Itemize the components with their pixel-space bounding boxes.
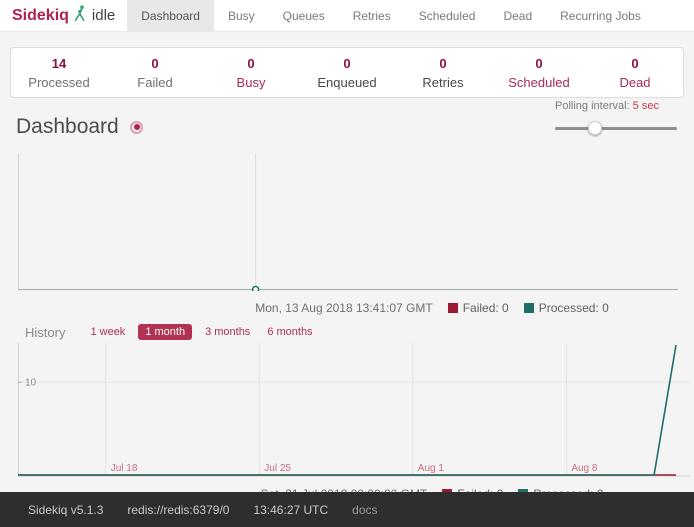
legend-processed: Processed: 0 bbox=[524, 301, 609, 315]
slider-track bbox=[555, 127, 677, 130]
sidekiq-figure-icon bbox=[74, 5, 87, 27]
stat-busy-label[interactable]: Busy bbox=[203, 75, 299, 90]
polling-control: Polling interval: 5 sec bbox=[555, 100, 677, 135]
top-navbar: Sidekiq idle Dashboard Busy Queues Retri… bbox=[0, 0, 694, 32]
realtime-timestamp: Mon, 13 Aug 2018 13:41:07 GMT bbox=[255, 301, 432, 315]
stat-scheduled-value: 0 bbox=[491, 56, 587, 71]
realtime-legend: Mon, 13 Aug 2018 13:41:07 GMT Failed: 0 … bbox=[0, 300, 694, 315]
slider-thumb[interactable] bbox=[588, 121, 602, 135]
history-header: History 1 week 1 month 3 months 6 months bbox=[25, 324, 678, 340]
stat-dead-value: 0 bbox=[587, 56, 683, 71]
tab-dead[interactable]: Dead bbox=[489, 0, 546, 31]
stat-failed-label: Failed bbox=[107, 75, 203, 90]
footer-redis-url: redis://redis:6379/0 bbox=[127, 503, 229, 517]
tab-scheduled[interactable]: Scheduled bbox=[405, 0, 490, 31]
svg-text:Jul 18: Jul 18 bbox=[111, 463, 138, 474]
failed-swatch-icon bbox=[448, 303, 458, 313]
stat-retries-label[interactable]: Retries bbox=[395, 75, 491, 90]
tab-busy[interactable]: Busy bbox=[214, 0, 269, 31]
svg-text:Jul 25: Jul 25 bbox=[264, 463, 291, 474]
tab-retries[interactable]: Retries bbox=[339, 0, 405, 31]
realtime-chart[interactable] bbox=[18, 153, 678, 296]
live-beacon-icon bbox=[130, 121, 143, 134]
svg-text:Aug 8: Aug 8 bbox=[571, 463, 598, 474]
stat-enqueued-label: Enqueued bbox=[299, 75, 395, 90]
legend-failed: Failed: 0 bbox=[448, 301, 509, 315]
page-title: Dashboard bbox=[16, 115, 119, 138]
stat-dead-label[interactable]: Dead bbox=[587, 75, 683, 90]
footer-clock: 13:46:27 UTC bbox=[253, 503, 328, 517]
brand-title: Sidekiq bbox=[12, 7, 69, 25]
range-6-months[interactable]: 6 months bbox=[263, 324, 316, 340]
stat-dead[interactable]: 0 Dead bbox=[587, 56, 683, 90]
stat-busy-value: 0 bbox=[203, 56, 299, 71]
tab-dashboard[interactable]: Dashboard bbox=[127, 0, 214, 31]
stat-retries-value: 0 bbox=[395, 56, 491, 71]
range-3-months[interactable]: 3 months bbox=[201, 324, 254, 340]
range-1-week[interactable]: 1 week bbox=[86, 324, 129, 340]
stat-retries[interactable]: 0 Retries bbox=[395, 56, 491, 90]
brand[interactable]: Sidekiq idle bbox=[0, 0, 127, 31]
polling-value: 5 sec bbox=[633, 100, 659, 112]
stat-processed: 14 Processed bbox=[11, 56, 107, 90]
nav-tabs: Dashboard Busy Queues Retries Scheduled … bbox=[127, 0, 655, 31]
stat-scheduled[interactable]: 0 Scheduled bbox=[491, 56, 587, 90]
polling-label: Polling interval: 5 sec bbox=[555, 100, 677, 112]
svg-text:Aug 1: Aug 1 bbox=[418, 463, 445, 474]
stat-scheduled-label[interactable]: Scheduled bbox=[491, 75, 587, 90]
tab-recurring-jobs[interactable]: Recurring Jobs bbox=[546, 0, 655, 31]
history-chart[interactable]: 10 Jul 18 Jul 25 Aug 1 Aug 8 bbox=[18, 343, 690, 482]
footer-docs-link[interactable]: docs bbox=[352, 503, 377, 517]
stat-enqueued: 0 Enqueued bbox=[299, 56, 395, 90]
processed-swatch-icon bbox=[524, 303, 534, 313]
status-text: idle bbox=[92, 7, 115, 24]
stat-enqueued-value: 0 bbox=[299, 56, 395, 71]
stat-processed-value: 14 bbox=[11, 56, 107, 71]
stat-busy[interactable]: 0 Busy bbox=[203, 56, 299, 90]
footer-version: Sidekiq v5.1.3 bbox=[28, 503, 103, 517]
svg-text:10: 10 bbox=[25, 378, 37, 389]
stat-processed-label: Processed bbox=[11, 75, 107, 90]
stat-failed-value: 0 bbox=[107, 56, 203, 71]
polling-slider[interactable] bbox=[555, 121, 677, 135]
footer-bar: Sidekiq v5.1.3 redis://redis:6379/0 13:4… bbox=[0, 492, 694, 527]
history-title: History bbox=[25, 325, 65, 340]
stat-failed: 0 Failed bbox=[107, 56, 203, 90]
tab-queues[interactable]: Queues bbox=[269, 0, 339, 31]
range-1-month[interactable]: 1 month bbox=[138, 324, 192, 340]
summary-stats-bar: 14 Processed 0 Failed 0 Busy 0 Enqueued … bbox=[10, 47, 684, 98]
